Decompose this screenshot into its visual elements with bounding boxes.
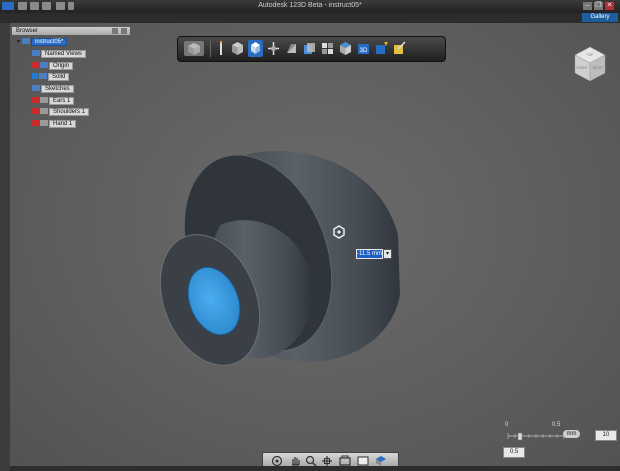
dimension-dropdown-icon[interactable]: ▾ xyxy=(383,249,392,259)
unit-toggle-button[interactable]: mm xyxy=(563,430,580,438)
tree-item-label: Solid xyxy=(48,73,70,81)
maximize-button[interactable]: ❐ xyxy=(594,2,603,10)
close-button[interactable]: ✕ xyxy=(605,2,614,10)
visibility-off-icon[interactable] xyxy=(32,62,39,68)
browser-close-icon[interactable] xyxy=(121,28,127,34)
folder-icon xyxy=(32,50,40,56)
tree-item-sketches[interactable]: Sketches xyxy=(32,85,74,93)
minimize-button[interactable]: – xyxy=(583,2,592,10)
tree-root-label: instruct05* xyxy=(31,38,68,46)
tree-item-named-views[interactable]: Named Views xyxy=(32,50,86,58)
manipulator-handle-icon[interactable] xyxy=(331,224,347,240)
visibility-off-icon[interactable] xyxy=(32,97,39,103)
browser-title: Browser xyxy=(16,28,39,34)
component-icon xyxy=(40,108,48,114)
tree-item-hand[interactable]: Hand 1 xyxy=(32,120,77,128)
group-icon[interactable] xyxy=(320,40,335,57)
title-bar: Autodesk 123D Beta - instruct05* – ❐ ✕ xyxy=(0,0,620,14)
folder-icon xyxy=(40,62,48,68)
component-icon xyxy=(40,120,48,126)
grid-size-input[interactable]: 10 xyxy=(595,430,617,441)
snap-step-input[interactable]: 0.5 xyxy=(503,447,525,458)
gallery-tab[interactable]: Gallery xyxy=(582,13,618,22)
browser-pin-icon[interactable] xyxy=(112,28,118,34)
tree-item-label: Ears 1 xyxy=(49,97,75,105)
tree-item-shoulders[interactable]: Shoulders 1 xyxy=(32,108,90,116)
view-cube-right-label: RIGHT xyxy=(593,66,603,70)
toolbar-divider xyxy=(210,41,211,57)
document-icon xyxy=(22,38,30,44)
folder-icon xyxy=(39,73,47,79)
view-cube-top-label: TOP xyxy=(587,53,594,57)
snap-slider[interactable] xyxy=(506,430,566,442)
window-title: Autodesk 123D Beta - instruct05* xyxy=(258,2,362,9)
modify-icon[interactable] xyxy=(284,40,299,57)
box-primitive-icon[interactable] xyxy=(230,40,245,57)
visibility-on-icon[interactable] xyxy=(32,73,38,79)
snap-slider-handle[interactable] xyxy=(517,432,523,441)
pattern-icon[interactable] xyxy=(266,40,281,57)
tree-item-label: Named Views xyxy=(41,50,86,58)
move-icon[interactable] xyxy=(248,40,263,57)
tree-item-ears[interactable]: Ears 1 xyxy=(32,97,75,105)
gallery-bar xyxy=(0,13,620,23)
tree-item-label: Sketches xyxy=(41,85,74,93)
material-icon[interactable] xyxy=(374,40,389,57)
tree-root[interactable]: ▾ instruct05* xyxy=(17,38,68,46)
tree-item-label: Shoulders 1 xyxy=(49,108,90,116)
snap-scale-min: 0 xyxy=(505,422,509,428)
dimension-input[interactable]: -11.5 mm xyxy=(356,249,383,259)
3d-text-icon[interactable]: 3D xyxy=(356,40,371,57)
tree-item-label: Hand 1 xyxy=(49,120,77,128)
browser-header: Browser xyxy=(12,27,130,35)
tree-item-label: Origin xyxy=(49,62,74,70)
view-cube-front-label: FRONT xyxy=(577,66,588,70)
combine-icon[interactable] xyxy=(302,40,317,57)
visibility-off-icon[interactable] xyxy=(32,108,39,114)
main-toolbar: 3D xyxy=(177,36,446,62)
grid-icon[interactable] xyxy=(338,40,353,57)
snap-scale-max: 0.5 xyxy=(552,422,561,428)
component-icon xyxy=(40,97,48,103)
svg-text:3D: 3D xyxy=(360,48,368,54)
status-strip xyxy=(10,466,620,471)
home-view-icon[interactable] xyxy=(183,40,205,57)
tree-item-origin[interactable]: Origin xyxy=(32,62,74,70)
view-cube[interactable]: TOP FRONT RIGHT xyxy=(572,45,608,85)
info-icon[interactable] xyxy=(216,40,226,57)
snap-icon[interactable] xyxy=(392,40,407,57)
tree-item-solid[interactable]: Solid xyxy=(32,73,70,81)
visibility-off-icon[interactable] xyxy=(32,120,39,126)
folder-icon xyxy=(32,85,40,91)
